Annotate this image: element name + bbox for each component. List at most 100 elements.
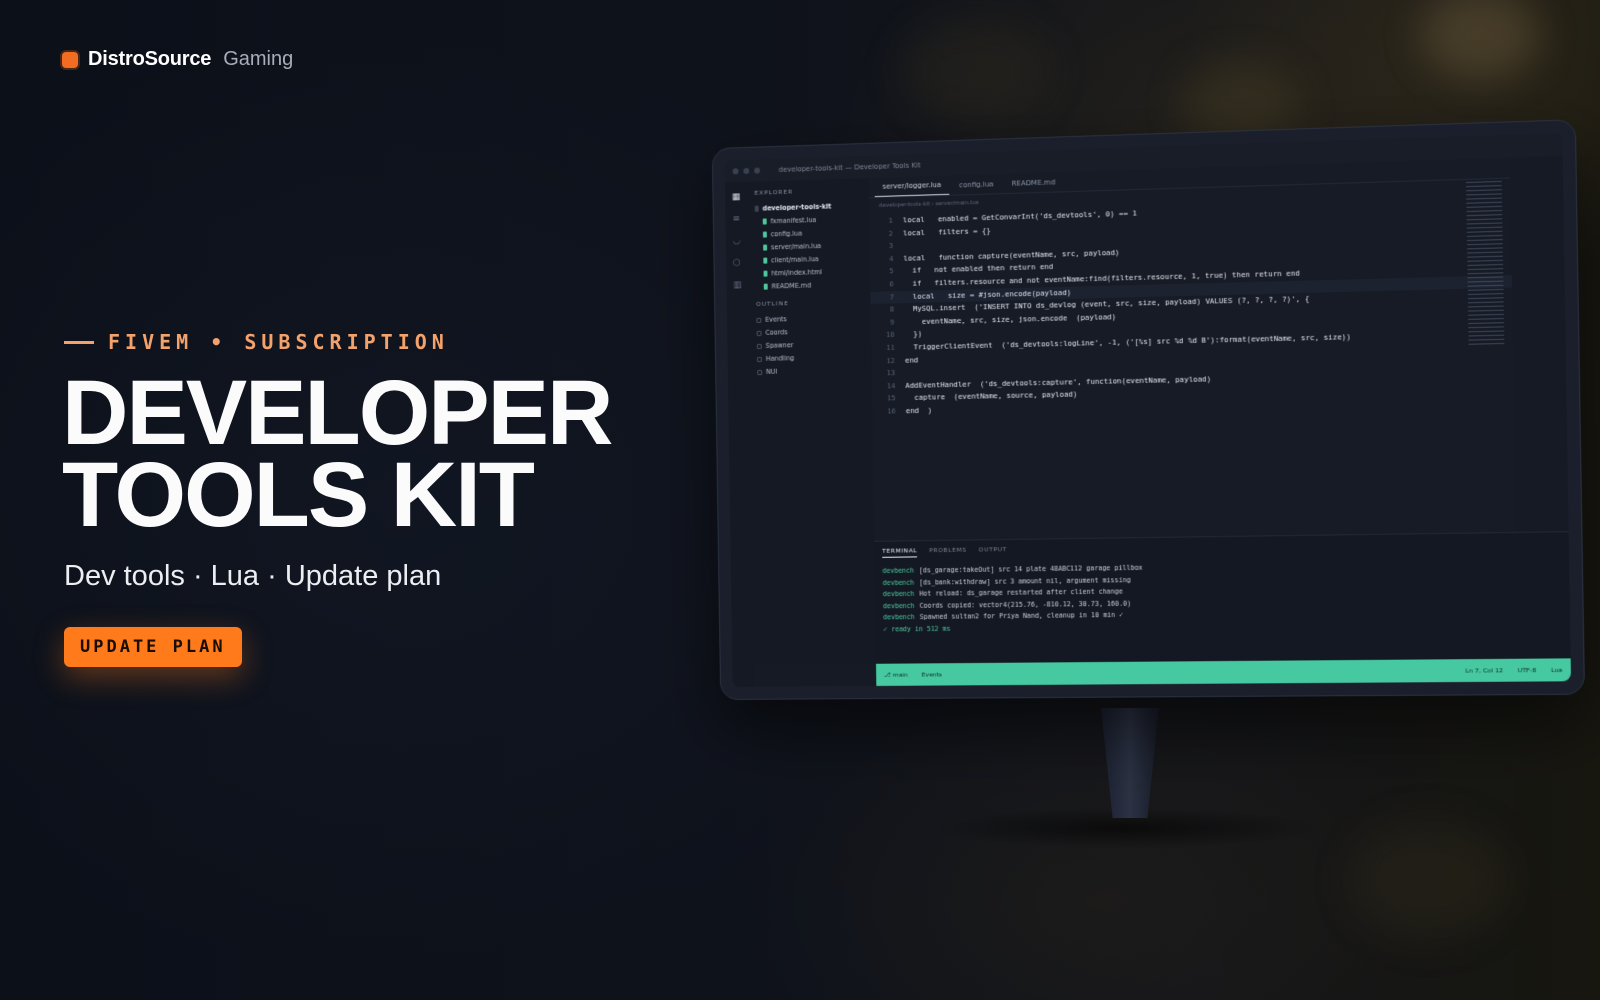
update-plan-button[interactable]: UPDATE PLAN	[64, 627, 242, 667]
explorer-file: config.lua	[763, 228, 862, 239]
terminal-prefix: devbench	[883, 589, 915, 601]
ide-screen: developer-tools-kit — Developer Tools Ki…	[725, 133, 1571, 687]
terminal-tabs: TERMINAL PROBLEMS OUTPUT	[882, 539, 1560, 558]
line-number: 9	[877, 316, 895, 329]
editor-tab: README.md	[1004, 178, 1064, 193]
explorer-root-label: developer-tools-kit	[762, 202, 831, 212]
outline-item: Coords	[757, 326, 863, 337]
code-editor: server/logger.lua config.lua README.md d…	[868, 158, 1515, 541]
box-icon: ⬡	[732, 258, 742, 268]
code-text: local filters = {}	[903, 225, 991, 240]
statusbar-cursor: Ln 7, Col 12	[1465, 667, 1503, 675]
statusbar-encoding: UTF-8	[1518, 666, 1537, 673]
terminal-prefix: devbench	[883, 601, 915, 613]
file-icon	[763, 245, 767, 251]
outline-item-label: Handling	[766, 354, 795, 363]
terminal-message: Spawned sultan2 for Priya Nand, cleanup …	[920, 610, 1124, 624]
file-icon	[763, 258, 767, 264]
statusbar-branch: ⎇ main	[884, 671, 908, 678]
list-icon: ≡	[731, 214, 741, 224]
line-number: 13	[877, 367, 895, 380]
file-label: html/index.html	[771, 268, 822, 277]
terminal-prefix: devbench	[883, 577, 915, 589]
chart-icon: ▥	[732, 280, 742, 290]
title-line-1: DEVELOPER	[62, 372, 611, 454]
window-minimize-icon	[743, 168, 749, 174]
monitor-illustration: developer-tools-kit — Developer Tools Ki…	[716, 148, 1582, 848]
terminal-tab: TERMINAL	[882, 547, 917, 558]
bokeh-light	[900, 20, 1050, 120]
outline-item-icon	[757, 369, 762, 374]
outline-item-label: Events	[765, 315, 787, 324]
brand[interactable]: DistroSource Gaming	[62, 48, 293, 71]
line-number: 15	[878, 393, 896, 406]
line-number: 12	[877, 354, 895, 367]
window-close-icon	[733, 168, 739, 174]
window-maximize-icon	[754, 168, 760, 174]
outline-item-label: NUI	[766, 368, 777, 376]
line-number: 7	[876, 291, 894, 304]
eyebrow-text: FIVEM • SUBSCRIPTION	[108, 330, 449, 354]
outline-header: OUTLINE	[756, 298, 862, 308]
terminal-prefix: devbench	[883, 612, 915, 624]
explorer-file: fxmanifest.lua	[763, 215, 862, 226]
ide-statusbar: ⎇ main Events Ln 7, Col 12 UTF-8 Lua	[876, 658, 1571, 686]
minimap	[1466, 181, 1504, 348]
explorer-file: html/index.html	[763, 267, 862, 278]
outline-item: Spawner	[757, 339, 863, 350]
eyebrow-line	[64, 341, 94, 344]
page-title: DEVELOPER TOOLS KIT	[62, 372, 611, 536]
mask-icon: ◡	[732, 236, 742, 246]
statusbar-item: Events	[922, 671, 942, 678]
monitor-stand	[1101, 708, 1159, 818]
line-number: 5	[876, 265, 894, 278]
ide-window-title: developer-tools-kit — Developer Tools Ki…	[779, 161, 921, 174]
folder-icon	[755, 206, 759, 212]
code-text: })	[905, 328, 923, 341]
line-number: 10	[877, 329, 895, 342]
terminal-output: devbench [ds_garage:takeOut] src 14 plate…	[882, 557, 1561, 624]
explorer-panel: EXPLORER developer-tools-kit fxmanifest.…	[746, 178, 876, 665]
brand-name: DistroSource	[88, 48, 211, 71]
file-label: config.lua	[771, 229, 802, 238]
subtitle: Dev tools · Lua · Update plan	[64, 560, 441, 593]
eyebrow: FIVEM • SUBSCRIPTION	[64, 330, 449, 354]
terminal-prefix: devbench	[882, 566, 914, 578]
outline-item-label: Coords	[765, 328, 787, 337]
outline-item: NUI	[757, 366, 863, 376]
editor-tab: config.lua	[951, 180, 1002, 195]
editor-tab: server/logger.lua	[875, 181, 950, 197]
brand-sub: Gaming	[223, 48, 293, 71]
statusbar-language: Lua	[1551, 666, 1562, 673]
code-block: 1 local enabled = GetConvarInt('ds_devtoo…	[869, 196, 1514, 418]
line-number: 4	[876, 253, 894, 266]
explorer-file: README.md	[764, 280, 863, 291]
brand-logo-icon	[62, 52, 78, 68]
file-label: client/main.lua	[771, 255, 819, 264]
terminal-tab: PROBLEMS	[929, 547, 967, 558]
explorer-root-folder: developer-tools-kit	[755, 202, 861, 213]
file-icon	[764, 271, 768, 277]
file-icon	[763, 231, 767, 237]
outline-item: Events	[756, 313, 862, 324]
file-label: server/main.lua	[771, 242, 821, 251]
outline-item: Handling	[757, 353, 863, 363]
file-icon	[764, 284, 768, 290]
explorer-file: client/main.lua	[763, 254, 862, 265]
outline-item-icon	[757, 356, 762, 361]
terminal-panel: TERMINAL PROBLEMS OUTPUT devbench [ds_gar…	[874, 531, 1571, 664]
outline-item-icon	[757, 343, 762, 348]
file-label: README.md	[772, 281, 812, 290]
outline-item-icon	[756, 317, 761, 322]
line-number: 2	[875, 227, 893, 240]
code-text: end )	[906, 404, 932, 417]
outline-item-label: Spawner	[766, 341, 794, 350]
outline-item-icon	[757, 330, 762, 335]
file-label: fxmanifest.lua	[771, 216, 817, 225]
monitor-frame: developer-tools-kit — Developer Tools Ki…	[712, 119, 1585, 700]
line-number: 6	[876, 278, 894, 291]
line-number: 3	[875, 240, 893, 253]
line-number: 1	[875, 215, 893, 228]
explorer-file: server/main.lua	[763, 241, 862, 252]
file-icon	[763, 218, 767, 224]
